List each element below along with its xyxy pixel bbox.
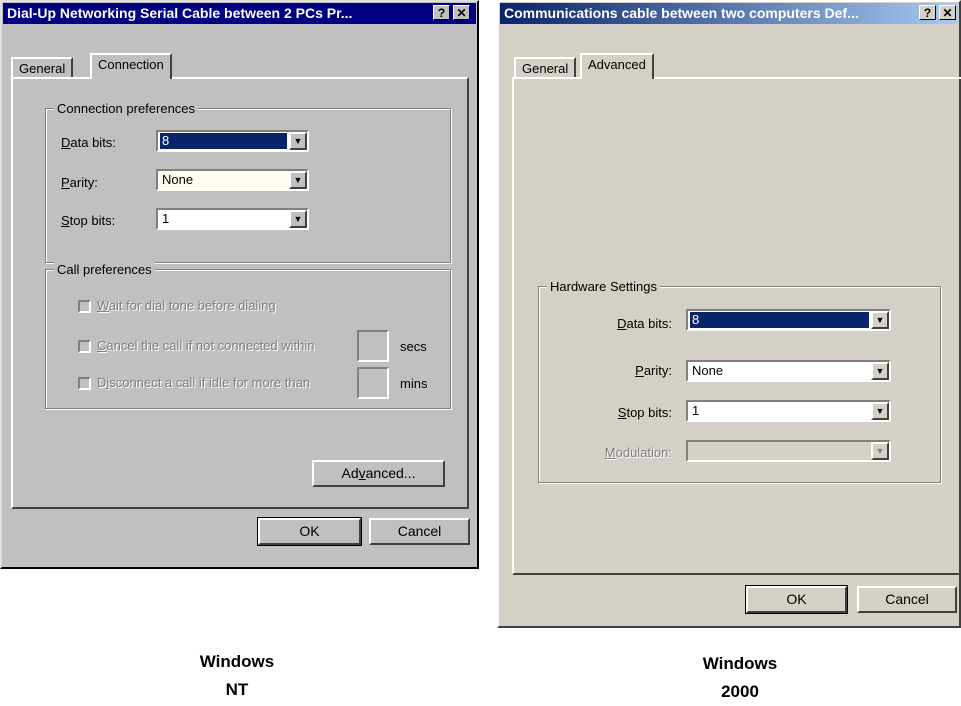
- hardware-settings-legend: Hardware Settings: [547, 279, 660, 294]
- close-icon: ✕: [942, 6, 953, 20]
- chevron-down-icon[interactable]: ▼: [871, 442, 889, 460]
- chevron-down-icon[interactable]: ▼: [289, 132, 307, 150]
- w2k-tab-panel: Hardware Settings Data bits: 8 ▼ Parity:…: [512, 77, 961, 575]
- disconnect-idle-checkbox[interactable]: [78, 377, 91, 390]
- modulation-value: [690, 443, 694, 459]
- parity-label: Parity:: [635, 363, 672, 378]
- help-icon: ?: [437, 6, 446, 20]
- nt-tab-panel: Connection preferences Data bits: 8 ▼ Pa…: [11, 77, 469, 509]
- data-bits-label: Data bits:: [617, 316, 672, 331]
- ok-button[interactable]: OK: [745, 585, 848, 614]
- chevron-down-icon[interactable]: ▼: [871, 362, 889, 380]
- w2k-caption: Windows 2000: [640, 650, 840, 706]
- tab-connection[interactable]: Connection: [90, 53, 172, 79]
- w2k-window-title: Communications cable between two compute…: [504, 5, 859, 21]
- chevron-down-icon[interactable]: ▼: [871, 402, 889, 420]
- tab-general[interactable]: General: [11, 57, 74, 79]
- wait-dial-tone-checkbox[interactable]: [78, 300, 91, 313]
- data-bits-select[interactable]: 8 ▼: [686, 309, 891, 331]
- parity-label: Parity:: [61, 175, 98, 190]
- tab-connection-label: Connection: [98, 57, 164, 72]
- chevron-down-icon[interactable]: ▼: [289, 171, 307, 189]
- nt-window-title: Dial-Up Networking Serial Cable between …: [7, 5, 353, 21]
- tab-advanced[interactable]: Advanced: [580, 53, 654, 79]
- close-button[interactable]: ✕: [939, 5, 956, 20]
- w2k-dialog-window: Communications cable between two compute…: [497, 0, 961, 628]
- wait-dial-tone-label: Wait for dial tone before dialing: [97, 298, 276, 313]
- tab-general-label: General: [522, 61, 569, 76]
- disconnect-minutes-input[interactable]: [357, 367, 389, 399]
- cancel-call-checkbox[interactable]: [78, 340, 91, 353]
- help-icon: ?: [923, 6, 932, 20]
- cancel-button[interactable]: Cancel: [369, 518, 470, 545]
- w2k-caption-line1: Windows: [702, 654, 778, 673]
- cancel-seconds-input[interactable]: [357, 330, 389, 362]
- mins-label: mins: [400, 376, 428, 391]
- tab-general-label: General: [19, 61, 66, 76]
- stop-bits-value: 1: [162, 211, 170, 226]
- data-bits-value: 8: [160, 133, 287, 149]
- parity-select[interactable]: None ▼: [686, 360, 891, 382]
- nt-caption: Windows NT: [137, 648, 337, 704]
- secs-label: secs: [400, 339, 427, 354]
- connection-preferences-legend: Connection preferences: [54, 101, 199, 116]
- close-button[interactable]: ✕: [453, 5, 470, 20]
- chevron-down-icon[interactable]: ▼: [871, 311, 889, 329]
- tab-advanced-label: Advanced: [588, 57, 646, 72]
- stop-bits-select[interactable]: 1 ▼: [686, 400, 891, 422]
- parity-value: None: [692, 363, 724, 378]
- chevron-down-icon[interactable]: ▼: [289, 210, 307, 228]
- ok-button[interactable]: OK: [257, 517, 362, 546]
- stop-bits-label: Stop bits:: [617, 405, 672, 420]
- nt-dialog-window: Dial-Up Networking Serial Cable between …: [0, 0, 479, 569]
- call-preferences-legend: Call preferences: [54, 262, 155, 277]
- stop-bits-label: Stop bits:: [61, 213, 116, 228]
- disconnect-idle-label: Disconnect a call if idle for more than: [97, 375, 311, 390]
- nt-title-bar[interactable]: Dial-Up Networking Serial Cable between …: [3, 3, 476, 24]
- w2k-title-bar[interactable]: Communications cable between two compute…: [500, 3, 958, 24]
- help-button[interactable]: ?: [433, 5, 450, 20]
- help-button[interactable]: ?: [919, 5, 936, 20]
- parity-value: None: [162, 172, 194, 187]
- close-icon: ✕: [456, 6, 467, 20]
- modulation-select[interactable]: ▼: [686, 440, 891, 462]
- data-bits-value: 8: [690, 312, 869, 328]
- nt-caption-line1: Windows: [199, 652, 275, 671]
- modulation-label: Modulation:: [604, 445, 672, 460]
- parity-select[interactable]: None ▼: [156, 169, 309, 191]
- cancel-call-label: Cancel the call if not connected within: [97, 338, 315, 353]
- cancel-button[interactable]: Cancel: [857, 586, 957, 613]
- stop-bits-value: 1: [692, 403, 700, 418]
- stop-bits-select[interactable]: 1 ▼: [156, 208, 309, 230]
- advanced-button[interactable]: Advanced...: [312, 460, 445, 487]
- data-bits-label: Data bits:: [61, 135, 116, 150]
- tab-general[interactable]: General: [514, 57, 577, 79]
- nt-caption-line2: NT: [225, 680, 249, 699]
- data-bits-select[interactable]: 8 ▼: [156, 130, 309, 152]
